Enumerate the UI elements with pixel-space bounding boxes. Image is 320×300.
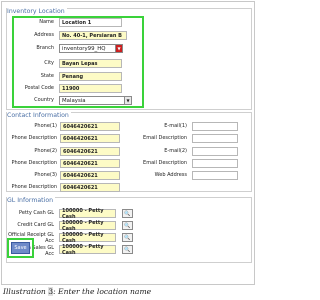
phone3-description-input[interactable]: 6046420621 (60, 183, 120, 192)
section-title-inventory: Inventory Location (7, 8, 67, 15)
name-label: Name (39, 19, 54, 25)
caption-prefix: Illustration (3, 287, 49, 296)
email1-label: E-mail(1) (164, 123, 187, 129)
postal-code-label: Postal Code (24, 85, 54, 91)
section-title-contact: Contact Information (7, 112, 71, 119)
country-select[interactable]: Malaysia ▼ (59, 96, 132, 105)
cash-sales-gl-input[interactable]: 100000 - Petty Cash (59, 244, 116, 256)
phone2-description-input[interactable]: 6046420621 (60, 159, 120, 168)
credit-card-gl-label: Credit Card GL (17, 222, 54, 228)
figure-caption: Illustration 3: Enter the location name (3, 287, 151, 296)
magnifier-icon: 🔍 (124, 246, 131, 253)
email2-description-input[interactable] (192, 159, 238, 168)
phone1-description-input[interactable]: 6046420621 (60, 134, 120, 143)
email2-label: E-mail(2) (164, 148, 187, 154)
email1-description-label: Email Description (143, 135, 187, 141)
magnifier-icon: 🔍 (124, 222, 131, 229)
credit-card-lookup-button[interactable]: 🔍 (122, 221, 133, 230)
cash-sales-lookup-button[interactable]: 🔍 (122, 245, 133, 254)
phone1-label: Phone(1) (34, 123, 57, 129)
city-input[interactable]: Bayan Lepas (59, 59, 122, 68)
phone3-description-label: Phone Description (11, 184, 57, 190)
country-select-value: Malaysia (62, 97, 86, 104)
city-label: City (44, 60, 54, 66)
email2-description-label: Email Description (143, 160, 187, 166)
magnifier-icon: 🔍 (124, 210, 131, 217)
petty-cash-gl-input[interactable]: 100000 - Petty Cash (59, 208, 116, 220)
country-label: Country (34, 97, 54, 103)
official-receipt-lookup-button[interactable]: 🔍 (122, 233, 133, 242)
web-address-label: Web Address (154, 172, 187, 178)
save-button[interactable]: Save (11, 242, 30, 254)
chevron-down-icon[interactable]: ▼ (115, 45, 122, 52)
chevron-down-icon[interactable]: ▼ (124, 97, 131, 104)
postal-code-input[interactable]: 11900 (59, 84, 122, 93)
email2-input[interactable] (192, 147, 238, 156)
official-receipt-gl-input[interactable]: 100000 - Petty Cash (59, 232, 116, 244)
state-input[interactable]: Penang (59, 72, 122, 81)
section-title-gl: GL Information (7, 197, 56, 204)
petty-cash-gl-label: Petty Cash GL (19, 210, 54, 216)
name-input[interactable]: Location 1 (59, 18, 122, 27)
caption-text: : Enter the location name (53, 287, 152, 296)
branch-select-value: inventory99_HQ (62, 45, 106, 52)
address-input[interactable]: No. 40-1, Persiaran B (59, 31, 127, 40)
branch-select[interactable]: inventory99_HQ ▼ (59, 44, 123, 53)
phone3-label: Phone(3) (34, 172, 57, 178)
phone3-input[interactable]: 6046420621 (60, 171, 120, 180)
phone1-input[interactable]: 6046420621 (60, 122, 120, 131)
phone2-label: Phone(2) (34, 148, 57, 154)
state-label: State (40, 73, 54, 79)
web-address-input[interactable] (192, 171, 238, 180)
email1-description-input[interactable] (192, 134, 238, 143)
phone2-description-label: Phone Description (11, 160, 57, 166)
branch-label: Branch (36, 45, 54, 51)
phone1-description-label: Phone Description (11, 135, 57, 141)
petty-cash-lookup-button[interactable]: 🔍 (122, 209, 133, 218)
credit-card-gl-input[interactable]: 100000 - Petty Cash (59, 220, 116, 232)
email1-input[interactable] (192, 122, 238, 131)
address-label: Address (34, 32, 54, 38)
phone2-input[interactable]: 6046420621 (60, 147, 120, 156)
magnifier-icon: 🔍 (124, 234, 131, 241)
